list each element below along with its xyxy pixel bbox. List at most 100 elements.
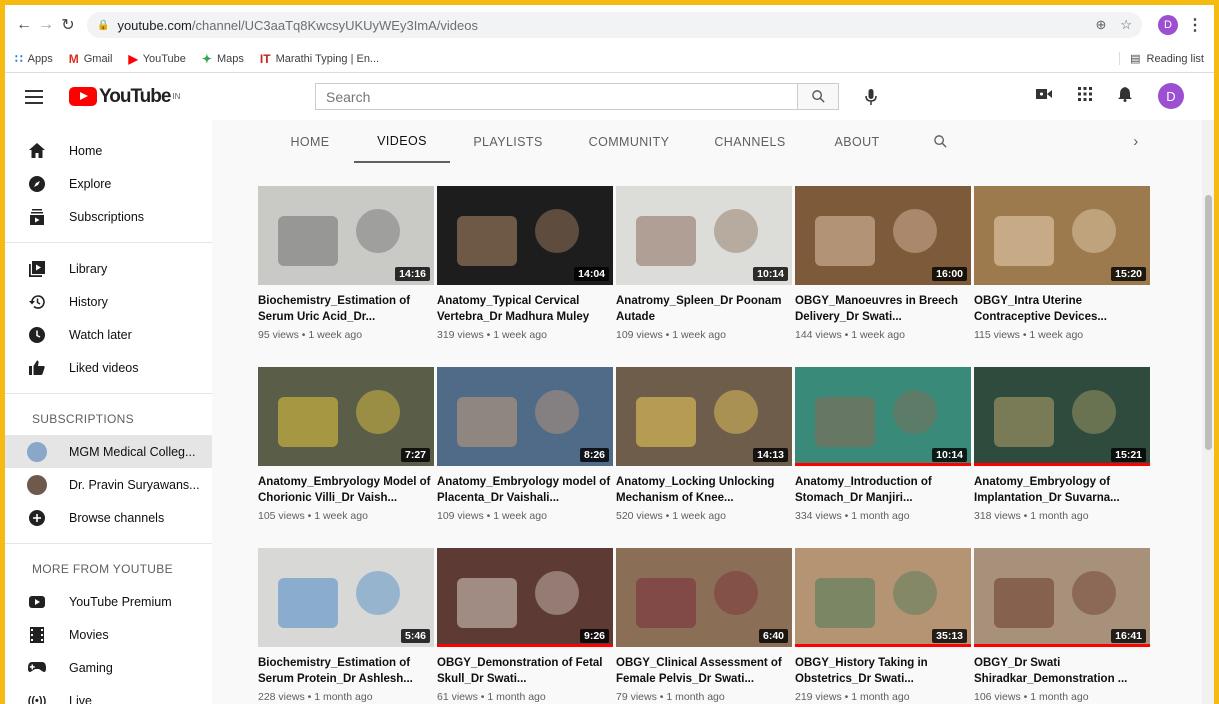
- country-code: IN: [172, 91, 181, 101]
- tab-channels[interactable]: CHANNELS: [710, 120, 790, 163]
- search-input[interactable]: [315, 83, 797, 110]
- hamburger-menu-icon[interactable]: [25, 89, 43, 104]
- thumbnail-subject: [714, 390, 758, 434]
- bookmarks-bar: ∷ Apps M Gmail ▶ YouTube ✦ Maps IT Marat…: [5, 45, 1214, 73]
- video-title[interactable]: Biochemistry_Estimation of Serum Uric Ac…: [258, 293, 434, 325]
- install-app-icon[interactable]: ⊕: [1095, 17, 1106, 33]
- video-title[interactable]: OBGY_Clinical Assessment of Female Pelvi…: [616, 655, 792, 687]
- video-title[interactable]: Anatomy_Locking Unlocking Mechanism of K…: [616, 474, 792, 506]
- bookmark-gmail[interactable]: M Gmail: [69, 52, 113, 66]
- sidebar-item-liked-videos[interactable]: Liked videos: [5, 351, 212, 384]
- video-card[interactable]: 14:04 Anatomy_Typical Cervical Vertebra_D…: [437, 186, 613, 351]
- video-title[interactable]: Anatomy_Embryology of Implantation_Dr Su…: [974, 474, 1150, 506]
- video-thumbnail[interactable]: 16:00: [795, 186, 971, 285]
- video-thumbnail[interactable]: 15:21: [974, 367, 1150, 466]
- forward-icon[interactable]: →: [35, 16, 57, 34]
- video-card[interactable]: 5:46 Biochemistry_Estimation of Serum Pro…: [258, 548, 434, 704]
- back-icon[interactable]: ←: [13, 16, 35, 34]
- channel-search-icon[interactable]: [928, 120, 952, 163]
- search-button[interactable]: [797, 83, 839, 110]
- video-card[interactable]: 16:41 OBGY_Dr Swati Shiradkar_Demonstrati…: [974, 548, 1150, 704]
- url-bar[interactable]: 🔒 youtube.com/channel/UC3aaTq8KwcsyUKUyW…: [87, 12, 1142, 38]
- sidebar-item-movies[interactable]: Movies: [5, 618, 212, 651]
- video-thumbnail[interactable]: 14:16: [258, 186, 434, 285]
- video-card[interactable]: 7:27 Anatomy_Embryology Model of Chorioni…: [258, 367, 434, 532]
- bookmark-youtube[interactable]: ▶ YouTube: [128, 52, 185, 66]
- sidebar-item-library[interactable]: Library: [5, 252, 212, 285]
- page-scrollbar-thumb[interactable]: [1205, 195, 1212, 450]
- video-card[interactable]: 8:26 Anatomy_Embryology model of Placenta…: [437, 367, 613, 532]
- sidebar-item-explore[interactable]: Explore: [5, 167, 212, 200]
- video-thumbnail[interactable]: 15:20: [974, 186, 1150, 285]
- video-title[interactable]: Anatomy_Typical Cervical Vertebra_Dr Mad…: [437, 293, 613, 325]
- reload-icon[interactable]: ↻: [57, 15, 79, 35]
- video-title[interactable]: Biochemistry_Estimation of Serum Protein…: [258, 655, 434, 687]
- video-thumbnail[interactable]: 14:13: [616, 367, 792, 466]
- sidebar-item-history[interactable]: History: [5, 285, 212, 318]
- video-thumbnail[interactable]: 5:46: [258, 548, 434, 647]
- sidebar-item-youtube-premium[interactable]: YouTube Premium: [5, 585, 212, 618]
- liked-icon: [27, 360, 47, 375]
- video-title[interactable]: OBGY_Dr Swati Shiradkar_Demonstration ..…: [974, 655, 1150, 687]
- video-card[interactable]: 10:14 Anatomy_Introduction of Stomach_Dr …: [795, 367, 971, 532]
- sidebar-browse-channels[interactable]: Browse channels: [5, 501, 212, 534]
- sidebar-item-gaming[interactable]: Gaming: [5, 651, 212, 684]
- video-card[interactable]: 14:16 Biochemistry_Estimation of Serum Ur…: [258, 186, 434, 351]
- video-title[interactable]: OBGY_Intra Uterine Contraceptive Devices…: [974, 293, 1150, 325]
- sidebar-item-home[interactable]: Home: [5, 134, 212, 167]
- video-thumbnail[interactable]: 6:40: [616, 548, 792, 647]
- tab-playlists[interactable]: PLAYLISTS: [462, 120, 554, 163]
- create-video-icon[interactable]: [1036, 87, 1052, 105]
- youtube-logo[interactable]: YouTube IN: [69, 86, 180, 108]
- tab-about[interactable]: ABOUT: [830, 120, 884, 163]
- browser-profile-avatar[interactable]: D: [1158, 15, 1178, 35]
- bookmark-apps[interactable]: ∷ Apps: [15, 52, 53, 66]
- video-title[interactable]: OBGY_Demonstration of Fetal Skull_Dr Swa…: [437, 655, 613, 687]
- video-thumbnail[interactable]: 14:04: [437, 186, 613, 285]
- bookmark-label: Apps: [27, 52, 53, 65]
- thumbnail-subject: [356, 209, 400, 253]
- bookmark-maps[interactable]: ✦ Maps: [202, 52, 244, 66]
- video-card[interactable]: 15:20 OBGY_Intra Uterine Contraceptive De…: [974, 186, 1150, 351]
- bookmark-marathi-typing[interactable]: IT Marathi Typing | En...: [260, 52, 379, 66]
- reading-list[interactable]: ▤ Reading list: [1119, 52, 1204, 65]
- video-card[interactable]: 14:13 Anatomy_Locking Unlocking Mechanism…: [616, 367, 792, 532]
- tabs-next-chevron-icon[interactable]: ›: [1126, 120, 1146, 163]
- notifications-bell-icon[interactable]: [1118, 86, 1132, 107]
- sidebar-subscription-pravin[interactable]: Dr. Pravin Suryawans...: [5, 468, 212, 501]
- browser-window: ← → ↻ 🔒 youtube.com/channel/UC3aaTq8Kwcs…: [5, 5, 1214, 704]
- video-card[interactable]: 9:26 OBGY_Demonstration of Fetal Skull_Dr…: [437, 548, 613, 704]
- video-card[interactable]: 6:40 OBGY_Clinical Assessment of Female P…: [616, 548, 792, 704]
- reading-list-icon: ▤: [1130, 53, 1141, 65]
- video-thumbnail[interactable]: 16:41: [974, 548, 1150, 647]
- apps-icon[interactable]: [1078, 86, 1092, 106]
- microphone-icon[interactable]: [865, 89, 877, 110]
- account-avatar[interactable]: D: [1158, 83, 1184, 109]
- tab-videos[interactable]: VIDEOS: [354, 120, 450, 163]
- video-thumbnail[interactable]: 8:26: [437, 367, 613, 466]
- video-card[interactable]: 15:21 Anatomy_Embryology of Implantation_…: [974, 367, 1150, 532]
- sidebar-item-watch-later[interactable]: Watch later: [5, 318, 212, 351]
- video-title[interactable]: OBGY_Manoeuvres in Breech Delivery_Dr Sw…: [795, 293, 971, 325]
- video-thumbnail[interactable]: 10:14: [795, 367, 971, 466]
- bookmark-star-icon[interactable]: ☆: [1120, 17, 1132, 33]
- sidebar-item-live[interactable]: ((•)) Live: [5, 684, 212, 704]
- video-title[interactable]: Anatromy_Spleen_Dr Poonam Autade: [616, 293, 792, 325]
- sidebar-item-label: Movies: [69, 627, 109, 642]
- video-card[interactable]: 16:00 OBGY_Manoeuvres in Breech Delivery_…: [795, 186, 971, 351]
- sidebar-subscription-mgm[interactable]: MGM Medical Colleg...: [5, 435, 212, 468]
- video-title[interactable]: Anatomy_Embryology model of Placenta_Dr …: [437, 474, 613, 506]
- video-thumbnail[interactable]: 10:14: [616, 186, 792, 285]
- browser-menu-icon[interactable]: ⋮: [1184, 15, 1206, 35]
- video-title[interactable]: Anatomy_Introduction of Stomach_Dr Manji…: [795, 474, 971, 506]
- tab-home[interactable]: HOME: [278, 120, 342, 163]
- video-thumbnail[interactable]: 9:26: [437, 548, 613, 647]
- video-card[interactable]: 35:13 OBGY_History Taking in Obstetrics_D…: [795, 548, 971, 704]
- video-thumbnail[interactable]: 7:27: [258, 367, 434, 466]
- video-thumbnail[interactable]: 35:13: [795, 548, 971, 647]
- video-card[interactable]: 10:14 Anatromy_Spleen_Dr Poonam Autade 109…: [616, 186, 792, 351]
- sidebar-item-subscriptions[interactable]: Subscriptions: [5, 200, 212, 233]
- tab-community[interactable]: COMMUNITY: [584, 120, 674, 163]
- video-title[interactable]: Anatomy_Embryology Model of Chorionic Vi…: [258, 474, 434, 506]
- video-title[interactable]: OBGY_History Taking in Obstetrics_Dr Swa…: [795, 655, 971, 687]
